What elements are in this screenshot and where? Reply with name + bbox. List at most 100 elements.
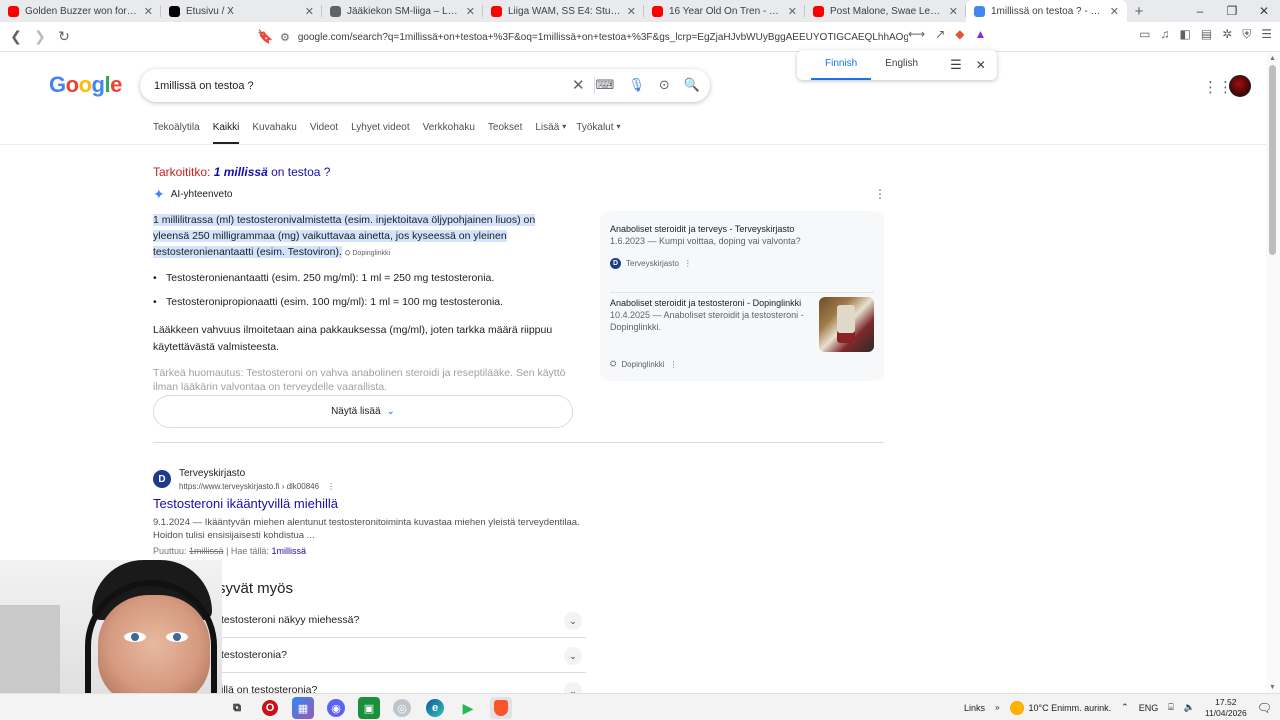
media-player-icon[interactable]: ▶ <box>457 697 479 719</box>
reader-mode-icon[interactable]: ▭ <box>1139 27 1150 42</box>
site-info-icon[interactable]: ⚙ <box>280 31 290 44</box>
tab-close-icon[interactable]: ✕ <box>144 5 153 18</box>
ai-more-icon[interactable]: ⋮ <box>874 187 886 201</box>
volume-icon[interactable]: 🔈 <box>1184 702 1195 713</box>
google-logo[interactable]: Google <box>49 72 122 98</box>
search-tab[interactable]: Verkkohaku <box>423 122 475 145</box>
more-icon[interactable]: ⋮ <box>670 360 678 369</box>
search-tab[interactable]: Tekoälytila <box>153 122 200 145</box>
menu-icon[interactable]: ☰ <box>1261 27 1272 42</box>
tab-close-icon[interactable]: ✕ <box>788 5 797 18</box>
share-icon[interactable]: ↗ <box>935 27 945 41</box>
source-chip[interactable]: ⛭ Dopinglinkki <box>345 250 390 257</box>
address-bar[interactable]: ⚙ google.com/search?q=1millissä+on+testo… <box>280 26 908 48</box>
lang-source[interactable]: Finnish <box>811 50 872 80</box>
search-tab[interactable]: Kuvahaku <box>252 122 296 145</box>
search-tab[interactable]: Videot <box>310 122 338 145</box>
xbox-app-icon[interactable]: ▣ <box>358 697 380 719</box>
tray-expand-icon[interactable]: ⌃ <box>1121 702 1129 713</box>
url-text[interactable]: google.com/search?q=1millissä+on+testoa+… <box>298 32 908 43</box>
wallet-icon[interactable]: ▤ <box>1201 27 1212 42</box>
brave-shields-icon[interactable]: ◆ <box>955 27 964 41</box>
search-tab[interactable]: Teokset <box>488 122 522 145</box>
must-include-link[interactable]: 1millissä <box>271 546 306 556</box>
tab-close-icon[interactable]: ✕ <box>305 5 314 18</box>
brave-rewards-icon[interactable]: ▲ <box>975 27 987 41</box>
ai-bullets: Testosteronienantaatti (esim. 250 mg/ml)… <box>153 272 583 320</box>
browser-tab[interactable]: Etusivu / X ✕ <box>161 0 322 22</box>
close-window-icon[interactable]: ✕ <box>1248 0 1280 22</box>
search-tab[interactable]: Lisää <box>535 122 559 145</box>
browser-tab[interactable]: 16 Year Old On Tren - YouTube ✕ <box>644 0 805 22</box>
keyboard-icon[interactable]: ⌨ <box>596 77 615 93</box>
links-toolbar[interactable]: Links <box>964 703 985 713</box>
steam-icon[interactable]: ◎ <box>393 699 411 717</box>
page-scrollbar[interactable]: ▲ ▼ <box>1266 53 1280 693</box>
new-tab-button[interactable]: + <box>1127 3 1151 20</box>
weather-widget[interactable]: 10°C Enimm. aurink. <box>1009 700 1111 715</box>
bookmark-icon[interactable]: 🔖 <box>257 29 273 45</box>
clock[interactable]: 17.52 11/04/2026 <box>1205 697 1247 719</box>
brave-taskbar-icon[interactable] <box>490 697 512 719</box>
chevron-icon[interactable]: » <box>995 703 999 712</box>
mic-icon[interactable]: 🎙 <box>628 77 645 93</box>
photos-icon[interactable]: ▦ <box>292 697 314 719</box>
browser-tab[interactable]: Golden Buzzer won for Ted Hill's HILA! ✕ <box>0 0 161 22</box>
extensions-icon[interactable]: ✲ <box>1222 27 1232 42</box>
tab-close-icon[interactable]: ✕ <box>627 5 636 18</box>
tab-close-icon[interactable]: ✕ <box>949 5 958 18</box>
back-icon[interactable]: ❮ <box>6 28 26 45</box>
result-snippet: 9.1.2024 — Ikääntyvän miehen alentunut t… <box>153 517 580 541</box>
edge-icon[interactable]: e <box>426 699 444 717</box>
search-icon[interactable]: 🔍 <box>684 77 700 93</box>
notifications-icon[interactable]: 🗨 <box>1257 701 1272 715</box>
translate-menu-icon[interactable]: ☰ <box>950 57 962 73</box>
search-tab[interactable]: Lyhyet videot <box>351 122 410 145</box>
lens-icon[interactable]: ⊙ <box>659 77 670 93</box>
sidebar-icon[interactable]: ◧ <box>1179 27 1190 42</box>
browser-tab[interactable]: 1millissä on testoa ? - Google-h ✕ <box>966 0 1127 22</box>
browser-tab[interactable]: Jääkiekon SM-liiga – Liiga.fi ✕ <box>322 0 483 22</box>
reload-icon[interactable]: ↻ <box>54 28 74 45</box>
search-tab[interactable]: Kaikki <box>212 122 240 145</box>
browser-tab[interactable]: Liiga WAM, SS E4: Studiovieraana Jul ✕ <box>483 0 644 22</box>
vpn-icon[interactable]: ⛨ <box>1242 27 1251 42</box>
chevron-down-icon[interactable]: ⌄ <box>564 612 582 630</box>
opera-icon[interactable]: O <box>262 700 278 716</box>
show-more-button[interactable]: Näytä lisää ⌄ <box>153 395 573 428</box>
discord-icon[interactable]: ◉ <box>327 699 345 717</box>
source-thumbnail[interactable] <box>819 297 874 352</box>
browser-tab[interactable]: Post Malone, Swae Lee - Sunflo ✕ <box>805 0 966 22</box>
clear-icon[interactable]: ✕ <box>572 76 585 94</box>
network-icon[interactable]: ⌸ <box>1168 702 1173 713</box>
media-icon[interactable]: ♫ <box>1160 27 1169 42</box>
scroll-thumb[interactable] <box>1269 65 1276 255</box>
more-icon[interactable]: ⋮ <box>684 259 692 268</box>
result-title[interactable]: Testosteroni ikääntyvillä miehillä <box>153 496 338 511</box>
tab-close-icon[interactable]: ✕ <box>1110 5 1119 18</box>
translate-icon[interactable]: ⟷ <box>908 27 925 41</box>
scroll-down-icon[interactable]: ▼ <box>1269 684 1276 691</box>
did-you-mean-rest[interactable]: on testoa ? <box>268 165 330 179</box>
language-indicator[interactable]: ENG <box>1139 703 1159 713</box>
maximize-icon[interactable]: ❐ <box>1216 0 1248 22</box>
search-input[interactable] <box>154 79 574 92</box>
chevron-down-icon: ⌄ <box>386 406 395 417</box>
minimize-icon[interactable]: – <box>1184 0 1216 22</box>
did-you-mean-link[interactable]: 1 millissä <box>214 165 268 179</box>
forward-icon[interactable]: ❯ <box>30 28 50 45</box>
source-item-2[interactable]: Anaboliset steroidit ja testosteroni - D… <box>610 297 815 333</box>
source-item-1[interactable]: Anaboliset steroidit ja terveys - Tervey… <box>610 223 810 247</box>
search-tab[interactable]: Työkalut <box>576 122 613 145</box>
translate-close-icon[interactable]: ✕ <box>976 58 986 72</box>
result-url[interactable]: https://www.terveyskirjasto.fi › dlk0084… <box>179 482 335 491</box>
tab-title: Post Malone, Swae Lee - Sunflo <box>830 5 943 17</box>
avatar[interactable] <box>1229 75 1251 97</box>
result-site-name[interactable]: Terveyskirjasto <box>179 468 245 479</box>
task-view-icon[interactable]: ⧉ <box>226 697 248 719</box>
scroll-up-icon[interactable]: ▲ <box>1269 55 1276 62</box>
chevron-down-icon[interactable]: ⌄ <box>564 647 582 665</box>
tab-close-icon[interactable]: ✕ <box>466 5 475 18</box>
lang-target[interactable]: English <box>871 50 932 80</box>
more-icon[interactable]: ⋮ <box>327 482 335 491</box>
